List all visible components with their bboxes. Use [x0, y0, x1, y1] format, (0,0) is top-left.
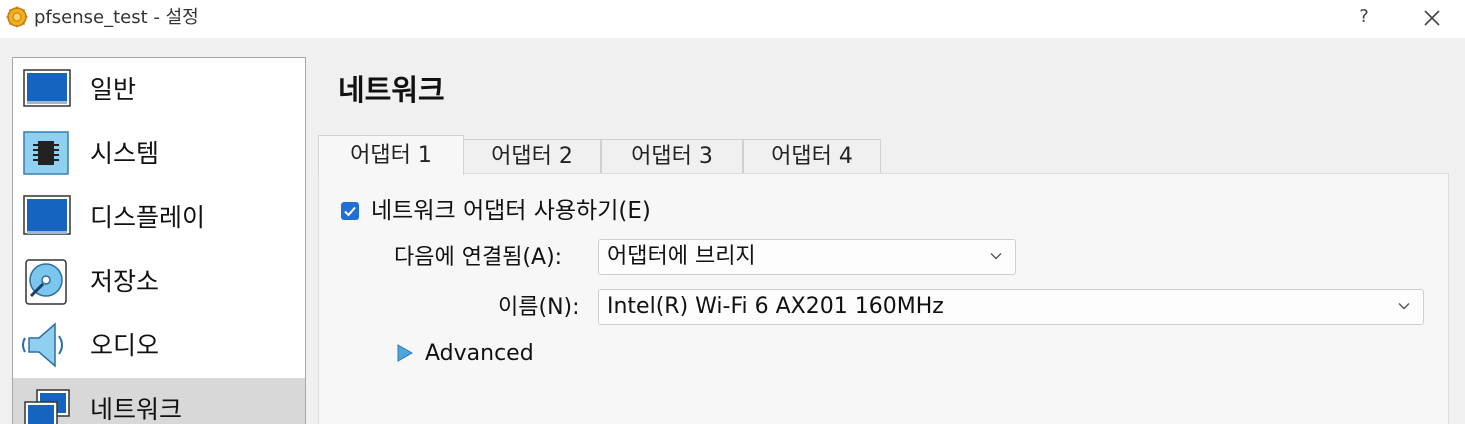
sidebar-item-label: 시스템 [90, 139, 160, 168]
audio-speaker-icon [22, 322, 63, 368]
sidebar-item-label: 네트워크 [90, 395, 183, 424]
tab-adapter-2[interactable]: 어댑터 2 [463, 139, 601, 174]
sidebar-item-label: 저장소 [90, 267, 160, 296]
sidebar-item-storage[interactable]: 저장소 [13, 250, 305, 314]
sidebar-item-label: 디스플레이 [90, 203, 206, 232]
tab-adapter-1[interactable]: 어댑터 1 [318, 135, 464, 175]
help-button[interactable]: ? [1352, 4, 1376, 30]
attached-to-select[interactable]: 어댑터에 브리지 [598, 239, 1016, 275]
virtualbox-app-icon [6, 6, 28, 28]
chevron-down-icon [1398, 303, 1410, 310]
expand-triangle-icon[interactable] [397, 344, 413, 362]
window-title: pfsense_test - 설정 [34, 7, 199, 28]
attached-to-label: 다음에 연결됨(A): [394, 245, 563, 270]
close-icon[interactable] [1418, 4, 1446, 32]
sidebar-item-label: 일반 [90, 75, 137, 104]
sidebar-item-system[interactable]: 시스템 [13, 122, 305, 186]
sidebar-item-general[interactable]: 일반 [13, 58, 305, 122]
name-select[interactable]: Intel(R) Wi-Fi 6 AX201 160MHz [598, 289, 1424, 325]
sidebar-item-label: 오디오 [90, 331, 160, 360]
tab-adapter-3[interactable]: 어댑터 3 [601, 139, 743, 174]
enable-adapter-checkbox[interactable] [341, 202, 359, 220]
display-monitor-icon [23, 195, 71, 235]
page-title: 네트워크 [338, 73, 445, 107]
checkmark-icon [344, 206, 356, 217]
sidebar-item-network[interactable]: 네트워크 [13, 378, 305, 424]
chevron-down-icon [990, 253, 1002, 260]
tab-adapter-4[interactable]: 어댑터 4 [743, 139, 881, 174]
sidebar-item-audio[interactable]: 오디오 [13, 314, 305, 378]
system-chip-icon [23, 131, 69, 175]
network-icon [24, 389, 70, 424]
name-value: Intel(R) Wi-Fi 6 AX201 160MHz [607, 294, 944, 319]
name-label: 이름(N): [498, 295, 580, 320]
advanced-toggle[interactable]: Advanced [425, 339, 534, 369]
enable-adapter-label[interactable]: 네트워크 어댑터 사용하기(E) [371, 195, 651, 227]
general-monitor-icon [23, 69, 71, 107]
sidebar-item-display[interactable]: 디스플레이 [13, 186, 305, 250]
settings-sidebar: 일반 시스템 디스플레이 저장소 오디오 네트워크 [12, 57, 306, 424]
title-bar: pfsense_test - 설정 ? [0, 0, 1465, 38]
storage-disk-icon [25, 259, 67, 305]
attached-to-value: 어댑터에 브리지 [607, 244, 756, 269]
